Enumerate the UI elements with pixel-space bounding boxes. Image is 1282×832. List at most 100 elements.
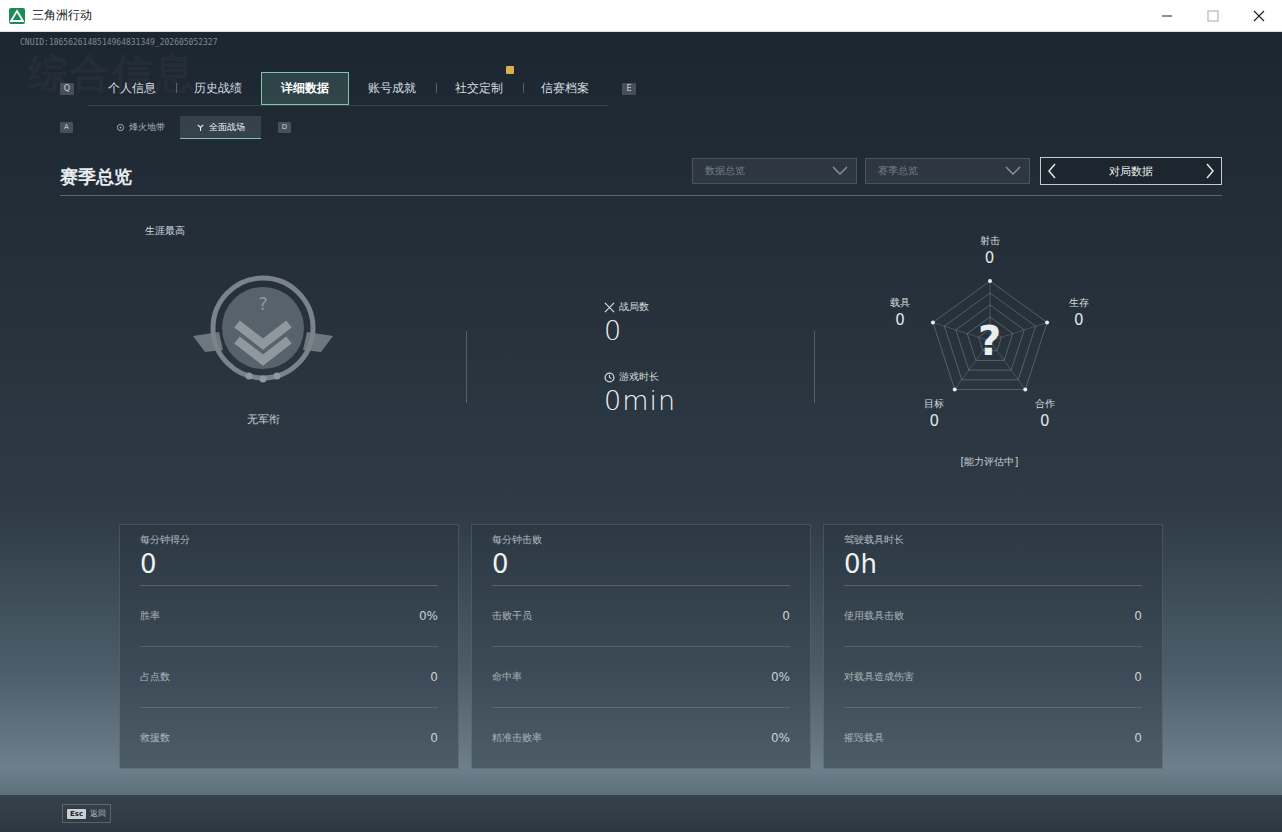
stat-cards: 每分钟得分0胜率0%占点数0救援数0每分钟击败0击败干员0命中率0%精准击败率0… <box>0 524 1282 769</box>
window-controls <box>1144 1 1282 31</box>
tab[interactable]: 历史战绩 <box>175 72 262 105</box>
stat-value: 0 <box>604 314 814 348</box>
window-title: 三角洲行动 <box>32 7 92 24</box>
stat-label: 战局数 <box>604 300 814 314</box>
dropdown-label: 赛季总览 <box>878 164 918 178</box>
tab[interactable]: 社交定制 <box>435 72 522 105</box>
flame-icon <box>116 123 125 132</box>
radar-axis-label: 生存0 <box>1069 296 1089 330</box>
card-row: 对载具造成伤害0 <box>844 647 1142 708</box>
footer-bar: Esc 返回 <box>0 795 1282 832</box>
card-label: 驾驶载具时长 <box>844 533 1142 547</box>
card-row: 命中率0% <box>492 647 790 708</box>
svg-text:?: ? <box>258 293 268 314</box>
tab[interactable]: 账号成就 <box>349 72 436 105</box>
rank-panel: 生涯最高? 无军衔 <box>60 196 466 496</box>
card-header: 每分钟得分0 <box>140 525 438 586</box>
mode-bar: A 烽火地带 全面战场 D <box>0 116 1282 139</box>
game-area: 综合信息CNUID:1865626148514964831349_2026050… <box>0 32 1282 832</box>
tab-label: 账号成就 <box>368 80 416 97</box>
card-row: 精准击败率0% <box>492 708 790 768</box>
filter-dropdown[interactable]: 数据总览 <box>692 158 857 184</box>
switcher-label: 对局数据 <box>1109 164 1153 179</box>
rank-caption: 生涯最高 <box>145 224 185 238</box>
key-hint: Q <box>60 83 74 95</box>
divider <box>466 331 467 403</box>
radar-status: [能力评估中] <box>961 455 1019 469</box>
key-hint: D <box>278 122 291 133</box>
key-hint: E <box>622 83 636 95</box>
tab-label: 个人信息 <box>108 80 156 97</box>
card-row: 使用载具击败0 <box>844 586 1142 647</box>
clock-icon <box>604 372 615 383</box>
tab-list: 个人信息 历史战绩 详细数据 账号成就 社交定制 信赛档案 <box>88 72 608 106</box>
radar-axis-label: 目标0 <box>924 397 944 431</box>
close-icon[interactable] <box>1236 1 1282 31</box>
summary-stat: 游戏时长0min <box>604 370 814 418</box>
uid-text: CNUID:1865626148514964831349_20260505232… <box>20 38 1282 48</box>
card-row: 救援数0 <box>140 708 438 768</box>
notice-badge <box>506 66 514 74</box>
minimize-icon[interactable] <box>1144 1 1190 31</box>
app-logo-icon <box>9 8 25 24</box>
rank-emblem-icon: ? <box>183 266 343 396</box>
card-header: 驾驶载具时长0h <box>844 525 1142 586</box>
card-label: 每分钟击败 <box>492 533 790 547</box>
card-value: 0 <box>140 547 438 581</box>
chevron-right-icon[interactable] <box>1205 163 1215 179</box>
stat-card: 驾驶载具时长0h使用载具击败0对载具造成伤害0摧毁载具0 <box>823 524 1163 769</box>
summary-stat: 战局数0 <box>604 300 814 348</box>
card-row: 摧毁载具0 <box>844 708 1142 768</box>
filter-controls: 数据总览 赛季总览 对局数据 <box>692 157 1222 191</box>
radar-chart: ? 射击0 生存0 合作0 目标0 载具0 <box>880 226 1100 441</box>
app-window: 三角洲行动综合信息CNUID:1865626148514964831349_20… <box>0 0 1282 832</box>
title-bar: 三角洲行动 <box>0 0 1282 32</box>
radar-axis-label: 合作0 <box>1035 397 1055 431</box>
stat-card: 每分钟得分0胜率0%占点数0救援数0 <box>119 524 459 769</box>
stat-label: 游戏时长 <box>604 370 814 384</box>
mode-label: 烽火地带 <box>129 121 165 134</box>
rank-name: 无军衔 <box>247 412 280 427</box>
filter-dropdown[interactable]: 赛季总览 <box>865 158 1030 184</box>
chevron-left-icon[interactable] <box>1047 163 1057 179</box>
chevron-down-icon <box>832 166 848 176</box>
tab-label: 历史战绩 <box>194 80 242 97</box>
back-button[interactable]: Esc 返回 <box>62 804 111 823</box>
section-title: 赛季总览 <box>60 165 132 191</box>
tab-label: 社交定制 <box>455 80 503 97</box>
tab-label: 详细数据 <box>281 80 329 97</box>
card-row: 占点数0 <box>140 647 438 708</box>
esc-key: Esc <box>67 809 86 819</box>
tab-bar: Q 个人信息 历史战绩 详细数据 账号成就 社交定制 信赛档案 E <box>0 72 1282 106</box>
crossed-swords-icon <box>604 302 615 313</box>
section-header: 赛季总览 数据总览 赛季总览 对局数据 <box>60 157 1222 196</box>
tab-label: 信赛档案 <box>541 80 589 97</box>
mode-tab[interactable]: 全面战场 <box>180 116 261 139</box>
tab[interactable]: 详细数据 <box>261 72 349 105</box>
stat-card: 每分钟击败0击败干员0命中率0%精准击败率0% <box>471 524 811 769</box>
back-label: 返回 <box>90 808 106 819</box>
card-value: 0h <box>844 547 1142 581</box>
key-hint: A <box>60 122 73 133</box>
mode-tab[interactable]: 烽火地带 <box>104 117 177 139</box>
card-label: 每分钟得分 <box>140 533 438 547</box>
card-row: 击败干员0 <box>492 586 790 647</box>
tab[interactable]: 个人信息 <box>88 72 175 105</box>
card-header: 每分钟击败0 <box>492 525 790 586</box>
ability-panel: ? 射击0 生存0 合作0 目标0 载具0 [能力评估中] <box>815 196 1222 496</box>
radar-center-mark: ? <box>978 321 1001 361</box>
tab[interactable]: 信赛档案 <box>522 72 609 105</box>
dropdown-label: 数据总览 <box>705 164 745 178</box>
stat-value: 0min <box>604 384 814 418</box>
chevron-down-icon <box>1005 166 1021 176</box>
data-switcher[interactable]: 对局数据 <box>1040 157 1222 185</box>
divider <box>814 331 815 403</box>
mode-label: 全面战场 <box>209 121 245 134</box>
radar-axis-label: 射击0 <box>980 234 1000 268</box>
card-row: 胜率0% <box>140 586 438 647</box>
summary-panel: 战局数0 游戏时长0min <box>467 196 814 496</box>
maximize-icon[interactable] <box>1190 1 1236 31</box>
card-value: 0 <box>492 547 790 581</box>
battlefield-icon <box>196 123 205 132</box>
radar-axis-label: 载具0 <box>890 296 910 330</box>
